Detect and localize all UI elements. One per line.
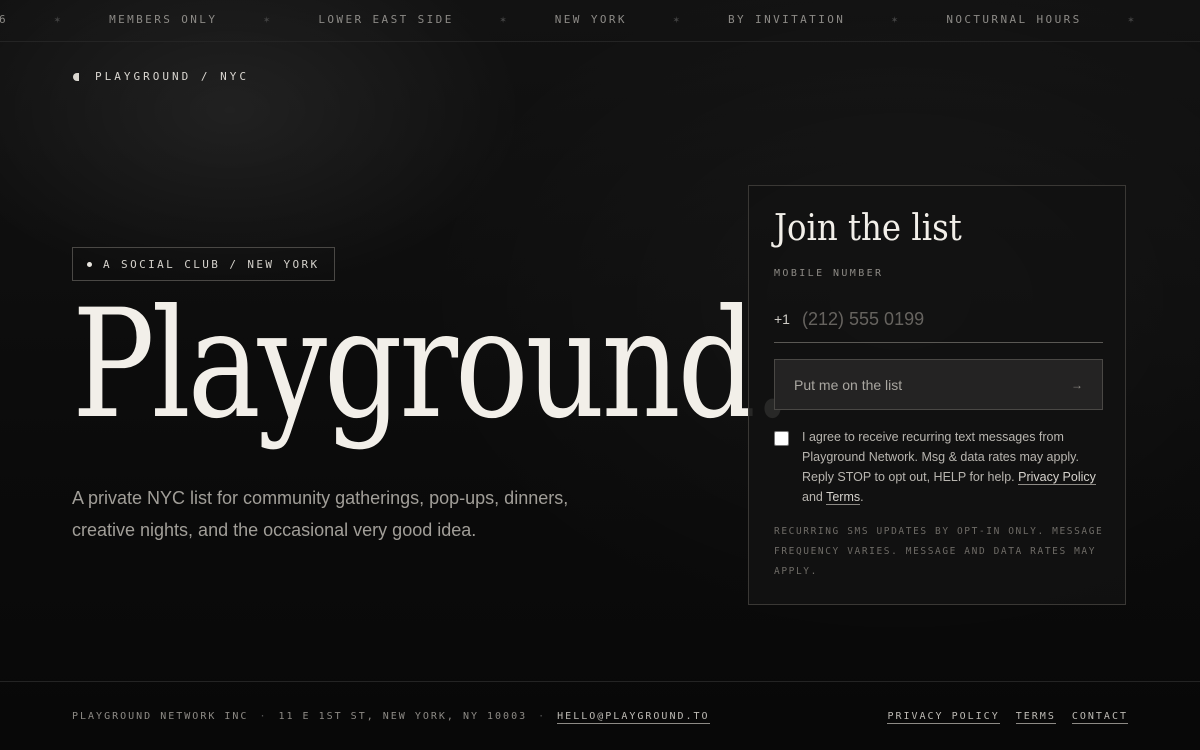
consent-checkbox[interactable] [774, 431, 789, 446]
footer-separator: · [259, 711, 268, 722]
ticker-item: MEMBERS ONLY [109, 13, 218, 26]
footer-address: 11 E 1ST ST, NEW YORK, NY 10003 [278, 711, 528, 722]
star-icon: ✶ [1127, 13, 1137, 26]
ticker-item: 26 [0, 13, 8, 26]
half-moon-icon [73, 73, 79, 81]
ticker-item: BY INVITATION [727, 13, 846, 26]
ticker-item: NEW YORK [554, 13, 627, 26]
ticker-track: 26 ✶ MEMBERS ONLY ✶ LOWER EAST SIDE ✶ NEW YORK… [0, 13, 1183, 26]
consent-period: . [860, 490, 864, 504]
marquee-ticker: 26 ✶ MEMBERS ONLY ✶ LOWER EAST SIDE ✶ NEW YORK… [0, 0, 1200, 42]
dot-icon [87, 261, 92, 267]
footer-privacy-link[interactable]: PRIVACY POLICY [887, 711, 1000, 724]
hero-subtitle: A private NYC list for community gatheri… [72, 488, 569, 540]
submit-button[interactable]: Put me on the list → [774, 359, 1103, 410]
arrow-right-icon: → [1071, 377, 1083, 392]
hero-tag: A SOCIAL CLUB / NEW YORK [72, 247, 335, 281]
phone-label: MOBILE NUMBER [774, 268, 884, 279]
signup-card: Join the list MOBILE NUMBER +1 Put me on… [748, 185, 1126, 605]
star-icon: ✶ [891, 13, 901, 26]
privacy-policy-link[interactable]: Privacy Policy [1018, 470, 1096, 485]
footer-email-link[interactable]: HELLO@PLAYGROUND.TO [557, 711, 710, 724]
star-icon: ✶ [54, 13, 64, 26]
ticker-item: NOCTURNAL HOURS [946, 13, 1082, 26]
sms-disclaimer: RECURRING SMS UPDATES BY OPT-IN ONLY. ME… [774, 526, 1104, 577]
footer-contact-link[interactable]: CONTACT [1071, 711, 1128, 724]
brand-logo-link[interactable]: PLAYGROUND / NYC [73, 70, 249, 83]
hero-tag-label: A SOCIAL CLUB / NEW YORK [103, 257, 320, 271]
submit-label: Put me on the list [794, 376, 903, 393]
country-code: +1 [774, 311, 790, 327]
brand-name: PLAYGROUND / NYC [95, 70, 249, 83]
star-icon: ✶ [672, 13, 682, 26]
consent-row: I agree to receive recurring text messag… [774, 427, 1104, 507]
consent-text: I agree to receive recurring text messag… [802, 427, 1104, 507]
phone-field: +1 [774, 296, 1103, 343]
hero-title: Playground. [72, 278, 792, 452]
footer-info: PLAYGROUND NETWORK INC · 11 E 1ST ST, NEW … [72, 711, 710, 724]
consent-and: and [802, 490, 823, 504]
footer-terms-link[interactable]: TERMS [1015, 711, 1056, 724]
footer-nav: PRIVACY POLICY TERMS CONTACT [871, 711, 1128, 724]
terms-link[interactable]: Terms [826, 490, 861, 505]
signup-title: Join the list [774, 208, 962, 249]
star-icon: ✶ [263, 13, 273, 26]
ticker-item: LOWER EAST SIDE [318, 13, 454, 26]
footer-separator: · [538, 711, 547, 722]
footer: PLAYGROUND NETWORK INC · 11 E 1ST ST, NEW … [0, 681, 1200, 750]
footer-company: PLAYGROUND NETWORK INC [72, 711, 249, 722]
phone-input[interactable] [802, 299, 1103, 339]
star-icon: ✶ [499, 13, 509, 26]
